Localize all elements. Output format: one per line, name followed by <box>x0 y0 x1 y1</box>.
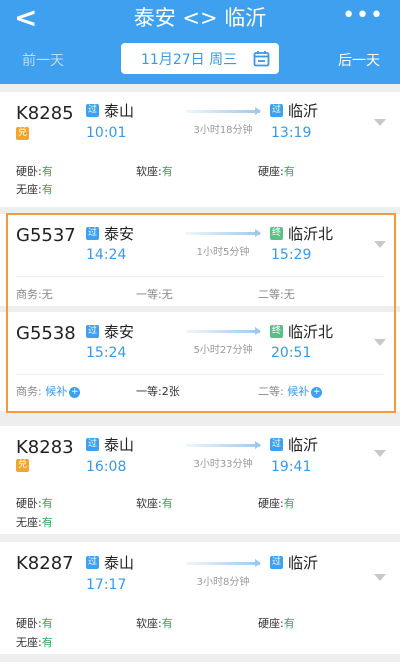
seat-info: 无座:有 <box>16 636 53 649</box>
arrive-time: 19:41 <box>271 459 312 475</box>
duration: 3小时8分钟 <box>196 577 250 588</box>
train-card-g5538[interactable]: G5538 过 泰安 15:24 5小时27分钟 终 临沂北 20:51 商务:… <box>0 312 400 411</box>
seat-info: 软座:有 <box>136 497 173 510</box>
arrive-station: 临沂 <box>288 436 319 454</box>
divider <box>16 374 384 375</box>
arrive-time: 20:51 <box>271 345 312 361</box>
terminal-badge: 终 <box>270 227 283 240</box>
train-number: K8287 <box>16 553 74 574</box>
arrive-time: 13:19 <box>271 125 312 141</box>
train-number: G5537 <box>16 225 76 246</box>
arrive-station: 临沂北 <box>288 225 334 243</box>
seat-info: 一等:2张 <box>136 385 180 398</box>
depart-station: 泰山 <box>104 554 135 572</box>
arrive-time: 15:29 <box>271 247 312 263</box>
depart-time: 16:08 <box>86 459 127 475</box>
chevron-down-icon[interactable] <box>374 574 386 581</box>
depart-station: 泰山 <box>104 436 135 454</box>
seat-info: 无座:有 <box>16 183 53 196</box>
arrive-station: 临沂北 <box>288 323 334 341</box>
seat-info: 一等:无 <box>136 288 173 301</box>
chevron-down-icon[interactable] <box>374 339 386 346</box>
arrow-icon <box>186 441 261 449</box>
prev-day-button[interactable]: 前一天 <box>22 50 64 70</box>
seat-info: 软座:有 <box>136 165 173 178</box>
chevron-down-icon[interactable] <box>374 450 386 457</box>
arrow-icon <box>186 559 261 567</box>
page-title: 泰安 <> 临沂 <box>133 6 267 30</box>
seat-info: 二等: 候补 + <box>258 385 323 398</box>
arrow-icon <box>186 327 261 335</box>
pass-badge: 过 <box>270 438 283 451</box>
plus-icon[interactable]: + <box>69 386 81 398</box>
pass-badge: 过 <box>86 438 99 451</box>
exchange-badge: 兑 <box>16 127 29 140</box>
pass-badge: 过 <box>86 556 99 569</box>
date-picker[interactable]: 11月27日 周三 <box>121 43 279 74</box>
seat-info: 二等:无 <box>258 288 295 301</box>
waitlist-link[interactable]: 候补 <box>45 385 67 398</box>
depart-time: 10:01 <box>86 125 127 141</box>
seat-info: 商务: 候补 + <box>16 385 81 398</box>
calendar-icon <box>253 51 270 67</box>
arrive-station: 临沂 <box>288 102 319 120</box>
pass-badge: 过 <box>86 227 99 240</box>
divider <box>16 276 384 277</box>
depart-station: 泰山 <box>104 102 135 120</box>
seat-info: 无座:有 <box>16 516 53 529</box>
depart-time: 17:17 <box>86 577 127 593</box>
seat-info: 硬卧:有 <box>16 165 53 178</box>
depart-station: 泰安 <box>104 323 135 341</box>
train-card-g5537[interactable]: G5537 过 泰安 14:24 1小时5分钟 终 临沂北 15:29 商务:无… <box>0 214 400 306</box>
pass-badge: 过 <box>86 104 99 117</box>
arrow-icon <box>186 107 261 115</box>
pass-badge: 过 <box>270 556 283 569</box>
arrive-station: 临沂 <box>288 554 319 572</box>
pass-badge: 过 <box>86 325 99 338</box>
chevron-down-icon[interactable] <box>374 241 386 248</box>
seat-info: 硬座:有 <box>258 617 295 630</box>
terminal-badge: 终 <box>270 325 283 338</box>
seat-info: 硬座:有 <box>258 497 295 510</box>
duration: 3小时18分钟 <box>193 125 253 136</box>
pass-badge: 过 <box>270 104 283 117</box>
next-day-button[interactable]: 后一天 <box>338 50 380 70</box>
duration: 3小时33分钟 <box>193 459 253 470</box>
duration: 5小时27分钟 <box>193 345 253 356</box>
arrow-icon <box>186 229 261 237</box>
depart-time: 14:24 <box>86 247 127 263</box>
depart-station: 泰安 <box>104 225 135 243</box>
waitlist-link[interactable]: 候补 <box>287 385 309 398</box>
train-number: G5538 <box>16 323 76 344</box>
seat-info: 硬卧:有 <box>16 617 53 630</box>
train-number: K8285 <box>16 103 74 124</box>
header-bar: < 泰安 <> 临沂 ••• 前一天 11月27日 周三 后一天 <box>0 0 400 84</box>
chevron-down-icon[interactable] <box>374 119 386 126</box>
train-card-k8285[interactable]: K8285 兑 过 泰山 10:01 3小时18分钟 过 临沂 13:19 硬卧… <box>0 92 400 207</box>
more-icon[interactable]: ••• <box>342 4 384 28</box>
seat-info: 硬座:有 <box>258 165 295 178</box>
depart-time: 15:24 <box>86 345 127 361</box>
seat-info: 硬卧:有 <box>16 497 53 510</box>
exchange-badge: 兑 <box>16 459 29 472</box>
train-number: K8283 <box>16 437 74 458</box>
train-card-k8287[interactable]: K8287 过 泰山 17:17 3小时8分钟 过 临沂 硬卧:有 软座:有 硬… <box>0 542 400 654</box>
duration: 1小时5分钟 <box>196 247 250 258</box>
date-label: 11月27日 周三 <box>141 52 238 68</box>
plus-icon[interactable]: + <box>311 386 323 398</box>
train-card-k8283[interactable]: K8283 兑 过 泰山 16:08 3小时33分钟 过 临沂 19:41 硬卧… <box>0 426 400 534</box>
seat-info: 商务:无 <box>16 288 53 301</box>
seat-info: 软座:有 <box>136 617 173 630</box>
